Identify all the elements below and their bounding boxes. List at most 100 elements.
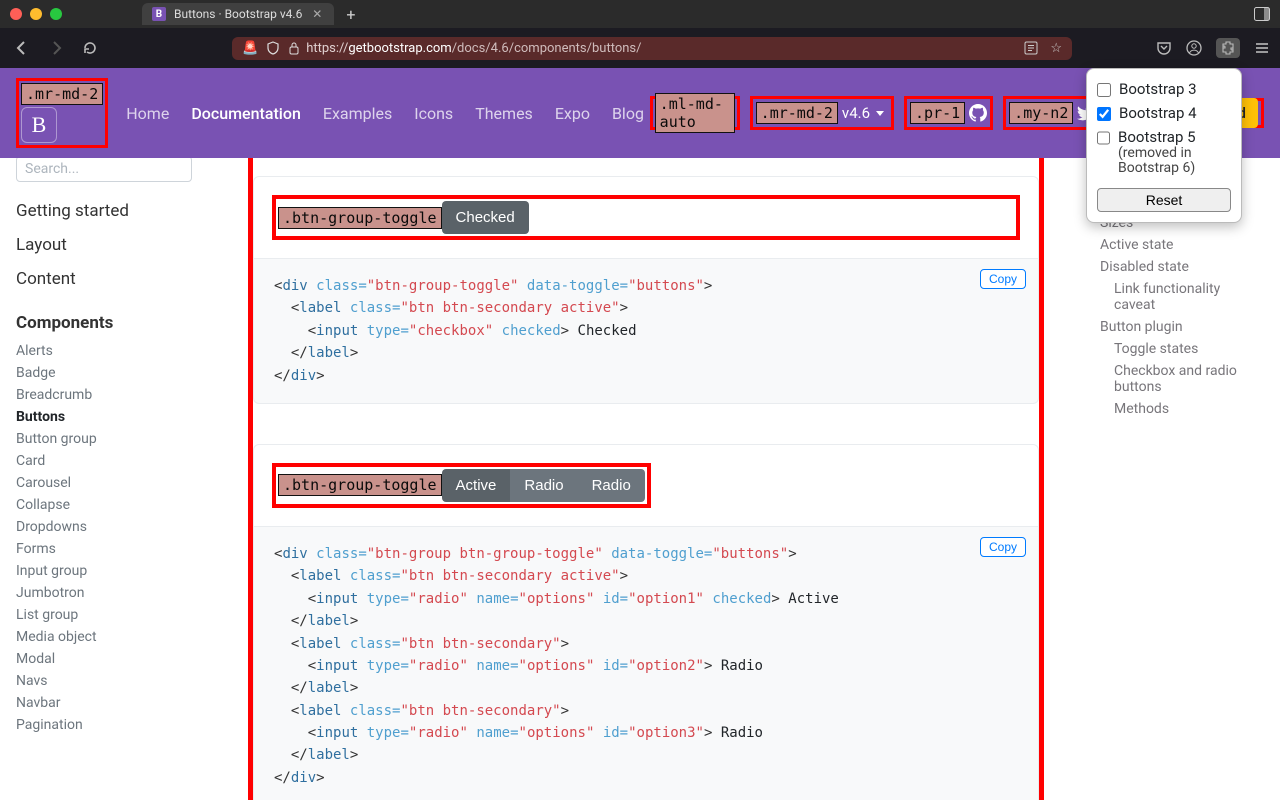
copy-button-2[interactable]: Copy	[980, 537, 1026, 557]
checkbox-bs5[interactable]	[1097, 131, 1110, 145]
code-block-1[interactable]: Copy<div class="btn-group-toggle" data-t…	[253, 259, 1039, 404]
checkbox-bs3[interactable]	[1097, 83, 1111, 97]
search-input[interactable]: Search...	[16, 158, 192, 182]
sidebar-item-dropdowns[interactable]: Dropdowns	[16, 516, 192, 538]
back-button[interactable]	[10, 36, 34, 60]
forward-button[interactable]	[44, 36, 68, 60]
toc-checkbox-radio[interactable]: Checkbox and radio buttons	[1100, 360, 1264, 398]
ext-reset-button[interactable]: Reset	[1097, 188, 1231, 212]
ext-label-bs4: Bootstrap 4	[1119, 104, 1197, 122]
checkbox-bs4[interactable]	[1097, 107, 1111, 121]
nav-examples[interactable]: Examples	[323, 104, 392, 123]
radio-button-2[interactable]: Radio	[510, 469, 577, 502]
nav-icons[interactable]: Icons	[414, 104, 453, 123]
sidebar-item-pagination[interactable]: Pagination	[16, 714, 192, 736]
sidebar-item-navs[interactable]: Navs	[16, 670, 192, 692]
github-overlay: .pr-1	[904, 96, 993, 130]
url-host: getbootstrap.com	[348, 41, 451, 56]
sidebar-content[interactable]: Content	[16, 262, 192, 296]
toc-methods[interactable]: Methods	[1100, 398, 1264, 420]
sidebar-item-alerts[interactable]: Alerts	[16, 340, 192, 362]
minimize-window[interactable]	[30, 8, 42, 20]
nav-blog[interactable]: Blog	[612, 104, 644, 123]
favicon-icon: B	[152, 7, 166, 21]
nav-themes[interactable]: Themes	[475, 104, 533, 123]
traffic-lights	[10, 8, 62, 20]
sidebar-item-buttons[interactable]: Buttons	[16, 406, 192, 428]
toc-active-state[interactable]: Active state	[1100, 234, 1264, 256]
radio-button-3[interactable]: Radio	[578, 469, 645, 502]
sidebar-item-list-group[interactable]: List group	[16, 604, 192, 626]
sidebar-item-modal[interactable]: Modal	[16, 648, 192, 670]
spacer-overlay: .ml-md-auto	[650, 96, 740, 130]
github-icon[interactable]	[969, 104, 987, 122]
bookmark-star-icon[interactable]: ☆	[1050, 41, 1062, 56]
close-window[interactable]	[10, 8, 22, 20]
copy-button-1[interactable]: Copy	[980, 269, 1026, 289]
checked-toggle-button[interactable]: Checked	[442, 201, 529, 234]
overlay-label-logo: .mr-md-2	[21, 83, 103, 105]
zoom-window[interactable]	[50, 8, 62, 20]
window-panel-icon[interactable]	[1254, 7, 1270, 21]
radio-active-button[interactable]: Active	[442, 469, 511, 502]
toc-button-plugin[interactable]: Button plugin	[1100, 316, 1264, 338]
new-tab-button[interactable]: +	[346, 5, 355, 24]
code-block-2[interactable]: Copy<div class="btn-group btn-group-togg…	[253, 527, 1039, 800]
ext-label-bs3: Bootstrap 3	[1119, 80, 1197, 98]
main-content[interactable]: .btn-group-toggle Checked Copy<div class…	[208, 158, 1084, 800]
nav-home[interactable]: Home	[126, 104, 169, 123]
tab-close-icon[interactable]: ✕	[310, 7, 324, 21]
ext-opt-bs3[interactable]: Bootstrap 3	[1097, 77, 1231, 101]
sidebar-item-badge[interactable]: Badge	[16, 362, 192, 384]
example-radio-toggle: .btn-group-toggle Active Radio Radio	[253, 444, 1039, 527]
version-selector[interactable]: v4.6	[838, 104, 888, 122]
chevron-down-icon	[876, 111, 884, 116]
sidebar-components-header[interactable]: Components	[16, 306, 192, 340]
version-overlay: .mr-md-2 v4.6	[750, 96, 894, 130]
ext-opt-bs4[interactable]: Bootstrap 4	[1097, 101, 1231, 125]
reload-button[interactable]	[78, 36, 102, 60]
sidebar-item-jumbotron[interactable]: Jumbotron	[16, 582, 192, 604]
sidebar-getting-started[interactable]: Getting started	[16, 194, 192, 228]
browser-toolbar: 🚨 https://getbootstrap.com/docs/4.6/comp…	[0, 28, 1280, 68]
navbar-menu: Home Documentation Examples Icons Themes…	[126, 104, 644, 123]
sidebar-item-navbar[interactable]: Navbar	[16, 692, 192, 714]
sidebar-item-carousel[interactable]: Carousel	[16, 472, 192, 494]
account-icon[interactable]	[1186, 40, 1202, 56]
sidebar-item-forms[interactable]: Forms	[16, 538, 192, 560]
lock-icon	[288, 41, 300, 55]
pocket-icon[interactable]	[1156, 40, 1172, 56]
overlay-label-tw: .my-n2	[1009, 102, 1073, 124]
nav-documentation[interactable]: Documentation	[191, 104, 301, 123]
toc-toggle-states[interactable]: Toggle states	[1100, 338, 1264, 360]
sidebar-item-card[interactable]: Card	[16, 450, 192, 472]
ext-note: (removed in Bootstrap 6)	[1118, 146, 1231, 177]
toc: Button tags Outline buttons Sizes Active…	[1084, 158, 1280, 800]
extension-popup: Bootstrap 3 Bootstrap 4 Bootstrap 5(remo…	[1086, 68, 1242, 223]
overlay-label-ml: .ml-md-auto	[655, 93, 735, 133]
toc-link-caveat[interactable]: Link functionality caveat	[1100, 278, 1264, 316]
sidebar-item-media-object[interactable]: Media object	[16, 626, 192, 648]
sidebar-layout[interactable]: Layout	[16, 228, 192, 262]
bootstrap-logo[interactable]: B	[21, 107, 57, 143]
toc-disabled-state[interactable]: Disabled state	[1100, 256, 1264, 278]
overlay-label-gh: .pr-1	[910, 102, 965, 124]
app-menu-icon[interactable]	[1254, 40, 1270, 56]
sidebar-item-collapse[interactable]: Collapse	[16, 494, 192, 516]
url-path: /docs/4.6/components/buttons/	[452, 41, 642, 56]
extensions-button[interactable]	[1216, 38, 1240, 58]
example-checkbox-toggle: .btn-group-toggle Checked	[253, 176, 1039, 259]
sidebar-item-breadcrumb[interactable]: Breadcrumb	[16, 384, 192, 406]
sidebar-item-input-group[interactable]: Input group	[16, 560, 192, 582]
reader-icon[interactable]	[1024, 41, 1038, 55]
ext-label-bs5: Bootstrap 5	[1118, 128, 1196, 146]
browser-tab[interactable]: B Buttons · Bootstrap v4.6 ✕	[142, 3, 334, 25]
sidebar-item-button-group[interactable]: Button group	[16, 428, 192, 450]
nav-expo[interactable]: Expo	[555, 104, 590, 123]
address-bar[interactable]: 🚨 https://getbootstrap.com/docs/4.6/comp…	[232, 37, 1072, 60]
docs-sidebar[interactable]: Search... Getting started Layout Content…	[0, 158, 208, 800]
version-label: v4.6	[842, 104, 870, 122]
overlay-label-ex1: .btn-group-toggle	[278, 207, 442, 229]
ext-opt-bs5[interactable]: Bootstrap 5(removed in Bootstrap 6)	[1097, 125, 1231, 180]
tracking-icon: 🚨	[242, 41, 258, 56]
